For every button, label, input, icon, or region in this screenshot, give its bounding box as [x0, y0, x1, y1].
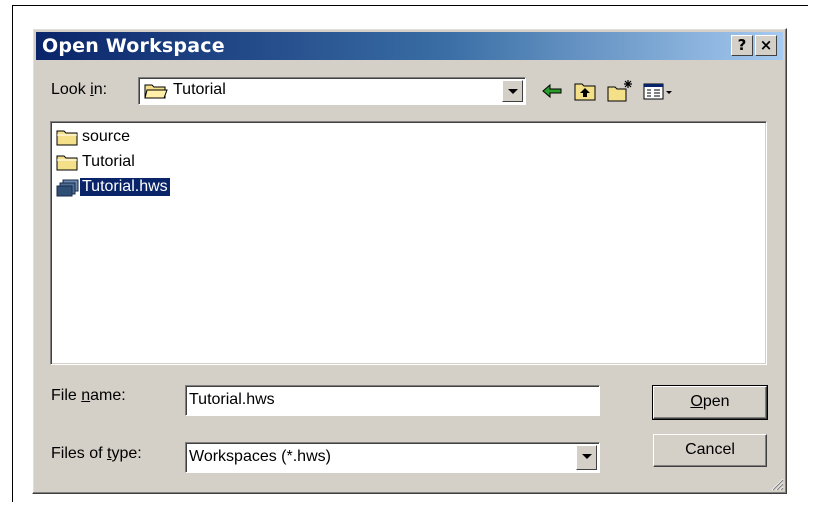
look-in-label: Look in:	[51, 81, 108, 98]
cancel-button[interactable]: Cancel	[653, 434, 767, 467]
look-in-dropdown[interactable]: Tutorial	[138, 77, 526, 105]
close-button[interactable]: ×	[755, 35, 777, 56]
file-name-text: source	[82, 128, 131, 145]
file-list[interactable]: source Tutorial Tutorial.hws	[50, 121, 767, 365]
workspace-file-icon	[56, 179, 79, 197]
folder-icon	[56, 130, 78, 146]
title-bar[interactable]: Open Workspace ? ×	[36, 32, 783, 60]
file-type-dropdown[interactable]: Workspaces (*.hws)	[185, 442, 600, 473]
folder-icon	[56, 155, 78, 171]
open-workspace-dialog: Open Workspace ? × Look in: Tutorial sou…	[32, 28, 787, 494]
list-item-tutorial-hws[interactable]: Tutorial.hws	[54, 177, 254, 199]
page-border-left	[12, 5, 13, 502]
file-name-text: Tutorial	[82, 153, 135, 170]
file-name-value: Tutorial.hws	[189, 391, 275, 408]
open-folder-icon	[144, 84, 168, 99]
help-button[interactable]: ?	[731, 35, 753, 56]
files-of-type-label: Files of type:	[51, 445, 142, 462]
resize-grip-icon[interactable]	[770, 477, 784, 491]
list-item-source[interactable]: source	[54, 127, 254, 149]
page-border-top	[12, 5, 808, 6]
open-button[interactable]: Open	[652, 385, 768, 420]
look-in-dropdown-button[interactable]	[502, 80, 523, 102]
file-name-text: Tutorial.hws	[79, 177, 171, 197]
file-type-dropdown-button[interactable]	[576, 445, 597, 470]
back-arrow-icon[interactable]	[540, 79, 564, 103]
view-menu-icon[interactable]	[643, 79, 675, 103]
list-item-tutorial-folder[interactable]: Tutorial	[54, 152, 254, 174]
file-type-value: Workspaces (*.hws)	[189, 448, 331, 465]
up-one-level-icon[interactable]	[573, 79, 597, 103]
file-name-input[interactable]: Tutorial.hws	[185, 385, 600, 416]
new-folder-icon[interactable]	[606, 79, 634, 103]
file-name-label: File name:	[51, 387, 126, 404]
look-in-value: Tutorial	[173, 81, 226, 98]
dialog-title: Open Workspace	[42, 35, 225, 57]
